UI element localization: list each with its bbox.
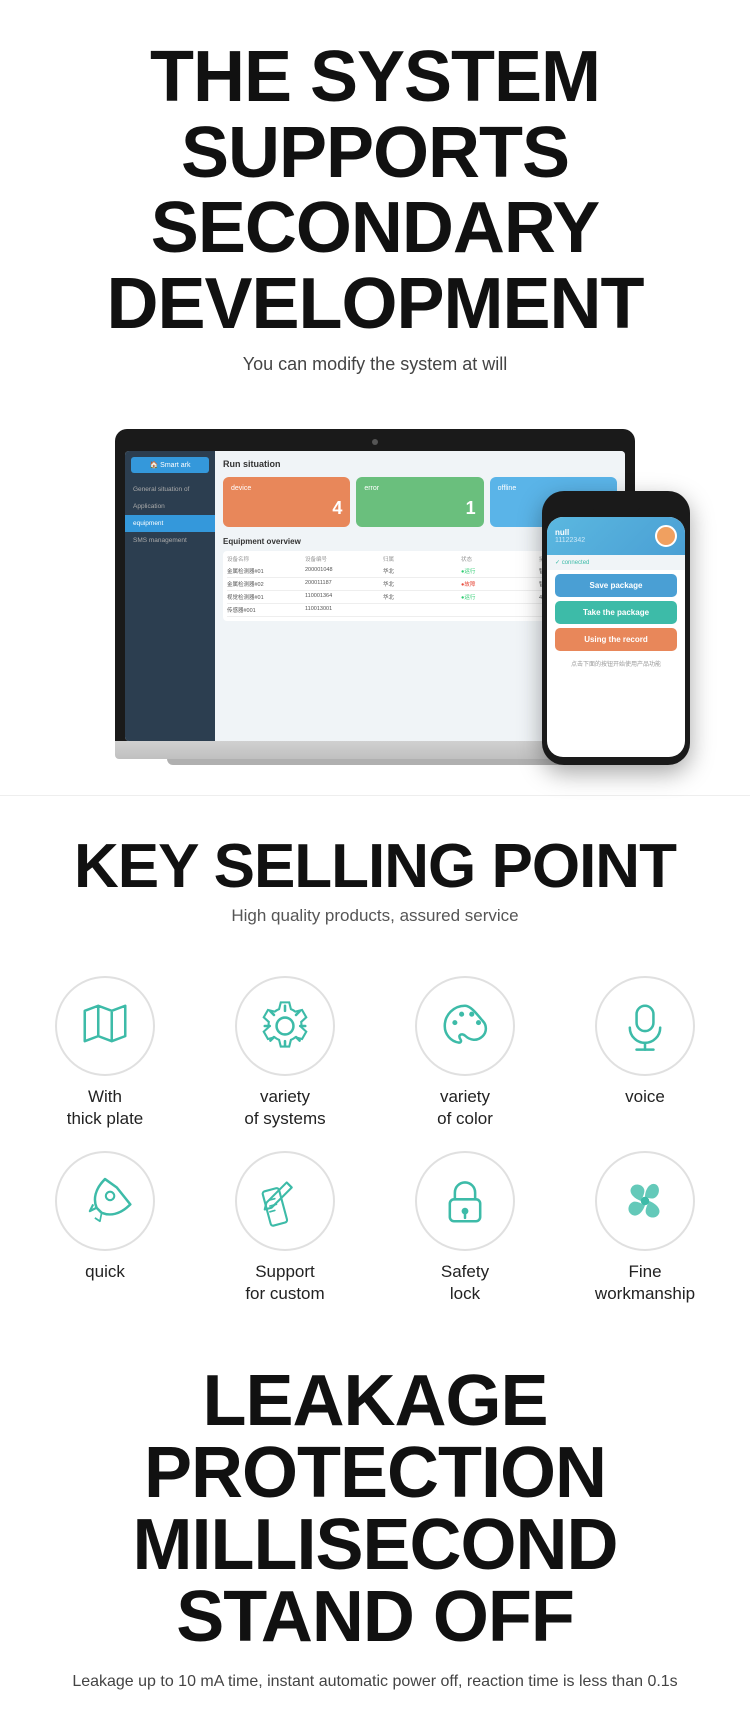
palette-icon [438,999,492,1053]
icon-circle-palette [415,976,515,1076]
laptop-card-error: error 1 [356,477,483,527]
laptop-foot [167,759,583,765]
phone-save-btn[interactable]: Save package [555,574,677,597]
icon-grid: Withthick plate varietyof systems variet… [0,976,750,1334]
icon-label-rocket: quick [85,1261,125,1283]
icon-circle-mic [595,976,695,1076]
selling-heading: KEY SELLING POINT [20,836,730,898]
selling-subtitle: High quality products, assured service [20,906,730,926]
phone-screen: null 11122342 ✓ connected Save package T… [547,517,685,757]
phone-record-btn[interactable]: Using the record [555,628,677,651]
laptop-sidebar: 🏠 Smart ark General situation of Applica… [125,451,215,741]
icon-item-fan: Fineworkmanship [560,1151,730,1305]
phone-status: ✓ connected [547,555,685,570]
gear-icon [258,999,312,1053]
icon-label-mic: voice [625,1086,665,1108]
phone-header: null 11122342 [547,517,685,555]
laptop-logo: 🏠 Smart ark [131,457,209,473]
icon-label-palette: varietyof color [437,1086,493,1130]
icon-item-map: Withthick plate [20,976,190,1130]
leakage-heading: LEAKAGE PROTECTION MILLISECOND STAND OFF [20,1365,730,1653]
device-mockup-container: 🏠 Smart ark General situation of Applica… [0,415,750,795]
icon-item-rocket: quick [20,1151,190,1305]
phone-take-btn[interactable]: Take the package [555,601,677,624]
hero-heading: THE SYSTEM SUPPORTS SECONDARY DEVELOPMEN… [30,40,720,342]
mic-icon [618,999,672,1053]
icon-label-lock: Safetylock [441,1261,489,1305]
hero-section: THE SYSTEM SUPPORTS SECONDARY DEVELOPMEN… [0,0,750,415]
leakage-section: LEAKAGE PROTECTION MILLISECOND STAND OFF… [0,1335,750,1734]
phone-mockup: null 11122342 ✓ connected Save package T… [542,491,690,765]
phone-notch [591,499,641,513]
leakage-description: Leakage up to 10 mA time, instant automa… [20,1669,730,1715]
icon-label-map: Withthick plate [67,1086,144,1130]
icon-circle-rocket [55,1151,155,1251]
hero-subtitle: You can modify the system at will [30,354,720,375]
map-icon [78,999,132,1053]
laptop-menu-general: General situation of [125,481,215,498]
phone-footer: 点击下面的按钮开始使用产品功能 [547,655,685,672]
fan-icon [618,1174,672,1228]
icon-label-fan: Fineworkmanship [595,1261,695,1305]
laptop-menu-application: Application [125,498,215,515]
icon-label-ruler: Supportfor custom [245,1261,324,1305]
icon-item-gear: varietyof systems [200,976,370,1130]
lock-icon [438,1174,492,1228]
laptop-run-title: Run situation [223,459,617,469]
icon-circle-map [55,976,155,1076]
icon-circle-fan [595,1151,695,1251]
rocket-icon [78,1174,132,1228]
icon-item-lock: Safetylock [380,1151,550,1305]
icon-circle-lock [415,1151,515,1251]
icon-label-gear: varietyof systems [244,1086,325,1130]
selling-section: KEY SELLING POINT High quality products,… [0,795,750,976]
laptop-card-device: device 4 [223,477,350,527]
phone-avatar [655,525,677,547]
icon-circle-ruler [235,1151,335,1251]
icon-item-ruler: Supportfor custom [200,1151,370,1305]
ruler-icon [258,1174,312,1228]
laptop-menu-equipment: equipment [125,515,215,532]
icon-item-mic: voice [560,976,730,1130]
icon-item-palette: varietyof color [380,976,550,1130]
icon-circle-gear [235,976,335,1076]
laptop-menu-sms: SMS management [125,532,215,549]
